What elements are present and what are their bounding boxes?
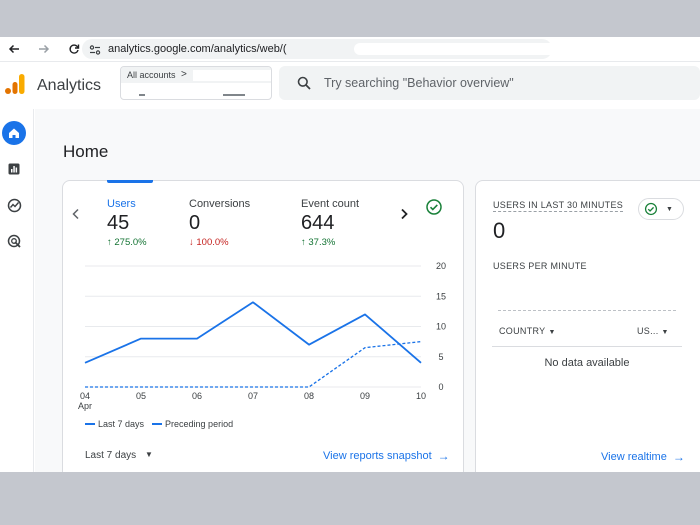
- address-bar[interactable]: analytics.google.com/analytics/web/(: [82, 39, 629, 61]
- account-label: All accounts: [127, 70, 176, 80]
- x-tick-label: 08: [304, 391, 314, 401]
- active-tab-indicator: [107, 180, 153, 183]
- chevron-right-icon: >: [181, 69, 187, 80]
- rail-item-explore[interactable]: [2, 193, 26, 217]
- reload-icon[interactable]: [64, 39, 84, 59]
- app-title: Analytics: [37, 77, 102, 94]
- x-tick-label: 10: [416, 391, 426, 401]
- link-label: View reports snapshot: [323, 450, 432, 462]
- x-tick-label: 06: [192, 391, 202, 401]
- advertising-icon: [7, 234, 21, 248]
- browser-toolbar: analytics.google.com/analytics/web/(: [0, 37, 700, 62]
- page-title: Home: [63, 142, 109, 161]
- dropdown-caret-icon[interactable]: ▼: [145, 450, 153, 459]
- check-circle-icon[interactable]: [425, 198, 443, 216]
- forward-arrow-icon[interactable]: [34, 39, 54, 59]
- metric-label: Event count: [301, 198, 360, 210]
- main-content: Home Users 45 ↑ 275.0% Conversions 0 ↓ 1…: [35, 109, 700, 472]
- date-range-selector[interactable]: Last 7 days: [85, 450, 136, 461]
- rail-item-home[interactable]: [2, 121, 26, 145]
- country-column-header[interactable]: COUNTRY ▼: [499, 326, 556, 336]
- view-realtime-link[interactable]: View realtime →: [601, 450, 685, 464]
- legend-current: Last 7 days: [98, 419, 145, 429]
- x-tick-label: 09: [360, 391, 370, 401]
- users-column-header[interactable]: US... ▼: [637, 326, 669, 336]
- check-circle-icon: [644, 202, 658, 216]
- link-label: View realtime: [601, 451, 667, 463]
- x-tick-label: 04: [80, 391, 90, 401]
- overview-card: Users 45 ↑ 275.0% Conversions 0 ↓ 100.0%…: [62, 180, 464, 472]
- metric-value: 644: [301, 212, 335, 234]
- empty-state: No data available: [544, 357, 630, 369]
- y-tick-label: 15: [436, 291, 446, 301]
- realtime-status-dropdown[interactable]: ▼: [638, 198, 684, 220]
- metric-change: ↑ 275.0%: [107, 237, 147, 248]
- y-tick-label: 20: [436, 261, 446, 271]
- metric-value: 0: [189, 212, 201, 234]
- x-tick-label: 07: [248, 391, 258, 401]
- browser-window: analytics.google.com/analytics/web/( Ana…: [0, 37, 700, 472]
- chart-legend: Last 7 days Preceding period: [85, 419, 233, 429]
- url-text: analytics.google.com/analytics/web/(: [108, 43, 287, 55]
- explore-icon: [7, 198, 21, 212]
- sort-caret-icon: ▼: [548, 329, 556, 336]
- arrow-right-icon: →: [437, 449, 450, 463]
- x-tick-sublabel: Apr: [78, 401, 92, 411]
- legend-swatch-dashed: [152, 423, 163, 425]
- sort-caret-icon: ▼: [661, 329, 669, 336]
- realtime-value: 0: [493, 218, 506, 243]
- users-line-chart: 0510152004 05 06 07 08 09 10Apr: [78, 261, 446, 411]
- metric-users[interactable]: Users 45 ↑ 275.0%: [107, 198, 147, 248]
- users-per-minute-chart: [498, 310, 676, 311]
- arrow-right-icon: →: [672, 450, 685, 464]
- y-tick-label: 5: [438, 352, 443, 362]
- legend-previous: Preceding period: [165, 419, 234, 429]
- y-tick-label: 0: [438, 382, 443, 392]
- chevron-right-icon[interactable]: [399, 207, 409, 225]
- series-line-preceding-period: [85, 340, 422, 388]
- column-label: US...: [637, 326, 659, 336]
- home-icon: [9, 128, 19, 138]
- metric-event-count[interactable]: Event count 644 ↑ 37.3%: [301, 198, 359, 248]
- reports-icon: [8, 163, 20, 175]
- account-selector[interactable]: All accounts >: [120, 66, 272, 100]
- search-icon: [297, 76, 311, 95]
- metric-value: 45: [107, 212, 130, 234]
- column-label: COUNTRY: [499, 326, 546, 336]
- x-tick-label: 05: [136, 391, 146, 401]
- analytics-logo: [5, 74, 25, 94]
- search-bar[interactable]: Try searching "Behavior overview": [279, 66, 700, 100]
- app-header: Analytics All accounts > Try searching "…: [0, 63, 700, 108]
- dropdown-caret-icon: ▼: [666, 205, 673, 213]
- rail-item-advertising[interactable]: [2, 229, 26, 253]
- metric-conversions[interactable]: Conversions 0 ↓ 100.0%: [189, 198, 250, 248]
- realtime-card: USERS IN LAST 30 MINUTES 0 ▼ USERS PER M…: [475, 180, 700, 472]
- back-arrow-icon[interactable]: [4, 39, 24, 59]
- metric-change: ↑ 37.3%: [301, 237, 336, 248]
- side-navigation: [0, 109, 34, 472]
- search-placeholder: Try searching "Behavior overview": [324, 76, 514, 90]
- metric-change: ↓ 100.0%: [189, 237, 229, 248]
- y-tick-label: 10: [436, 322, 446, 332]
- realtime-title: USERS IN LAST 30 MINUTES: [493, 200, 624, 212]
- chevron-left-icon[interactable]: [71, 207, 81, 225]
- url-redaction: [354, 43, 629, 55]
- series-line-last-7-days: [84, 301, 422, 364]
- property-name-redacted: [127, 86, 267, 98]
- rail-item-reports[interactable]: [2, 157, 26, 181]
- site-settings-icon[interactable]: [89, 43, 101, 61]
- users-per-minute-label: USERS PER MINUTE: [493, 261, 587, 271]
- legend-swatch-solid: [85, 423, 95, 425]
- table-divider: [492, 346, 682, 347]
- metric-label: Users: [107, 198, 136, 210]
- account-redaction: [193, 70, 271, 81]
- view-reports-snapshot-link[interactable]: View reports snapshot →: [323, 449, 450, 463]
- metric-label: Conversions: [189, 198, 251, 210]
